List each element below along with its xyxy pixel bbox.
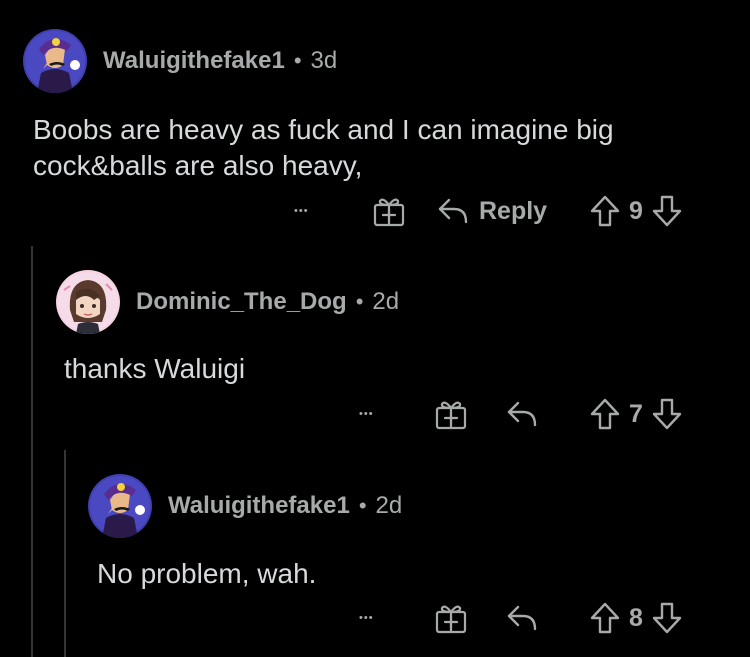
username[interactable]: Waluigithefake1 [103,47,285,75]
username[interactable]: Dominic_The_Dog [136,288,347,316]
more-options-button[interactable]: ••• [294,191,309,231]
gift-icon [373,198,405,227]
vote-controls: 9 [590,191,682,231]
vote-controls: 7 [590,394,682,434]
reply-label: Reply [479,196,548,225]
comment-actions: ••• 8 [0,598,750,638]
award-button[interactable] [434,394,468,434]
more-options-icon: ••• [359,408,374,420]
user-avatar[interactable] [23,29,87,93]
comment-age: 2d [375,492,403,519]
gift-icon [435,401,467,430]
more-options-button[interactable]: ••• [359,598,374,638]
more-options-icon: ••• [294,205,309,217]
more-options-button[interactable]: ••• [359,394,374,434]
upvote-icon[interactable] [590,602,620,634]
more-options-icon: ••• [359,612,374,624]
comment-header: Dominic_The_Dog • 2d [56,270,399,334]
comment-text: No problem, wah. [97,558,317,589]
reply-button[interactable] [506,394,538,434]
comment-meta: Waluigithefake1 • 2d [168,492,402,520]
username[interactable]: Waluigithefake1 [168,492,350,520]
thread-line-level-1[interactable] [31,246,33,657]
award-button[interactable] [372,191,406,231]
vote-count: 9 [629,196,643,225]
comment-meta: Dominic_The_Dog • 2d [136,288,399,316]
comment-meta: Waluigithefake1 • 3d [103,47,337,75]
comment-text: Boobs are heavy as fuck and I can imagin… [33,114,614,181]
upvote-icon[interactable] [590,195,620,227]
meta-separator: • [358,493,367,518]
comment-age: 2d [372,288,400,315]
downvote-icon[interactable] [652,195,682,227]
meta-separator: • [293,48,302,73]
comment-text: thanks Waluigi [64,353,246,384]
downvote-icon[interactable] [652,602,682,634]
comment-actions: ••• 7 [0,394,750,434]
comment-actions: ••• Reply 9 [0,191,750,231]
downvote-icon[interactable] [652,398,682,430]
waluigi-avatar-image [88,474,152,538]
anime-character-avatar-image [56,270,120,334]
upvote-icon[interactable] [590,398,620,430]
comment-age: 3d [310,47,338,74]
user-avatar[interactable] [56,270,120,334]
gift-icon [435,605,467,634]
vote-count: 8 [629,603,643,632]
reply-icon [438,198,468,224]
user-avatar[interactable] [88,474,152,538]
meta-separator: • [355,289,364,314]
comment-header: Waluigithefake1 • 2d [88,474,402,538]
vote-controls: 8 [590,598,682,638]
reply-icon [507,605,537,631]
vote-count: 7 [629,399,643,428]
reply-button[interactable] [506,598,538,638]
waluigi-avatar-image [23,29,87,93]
comment-header: Waluigithefake1 • 3d [23,29,337,93]
reply-button[interactable]: Reply [437,191,547,231]
reply-icon [507,401,537,427]
award-button[interactable] [434,598,468,638]
